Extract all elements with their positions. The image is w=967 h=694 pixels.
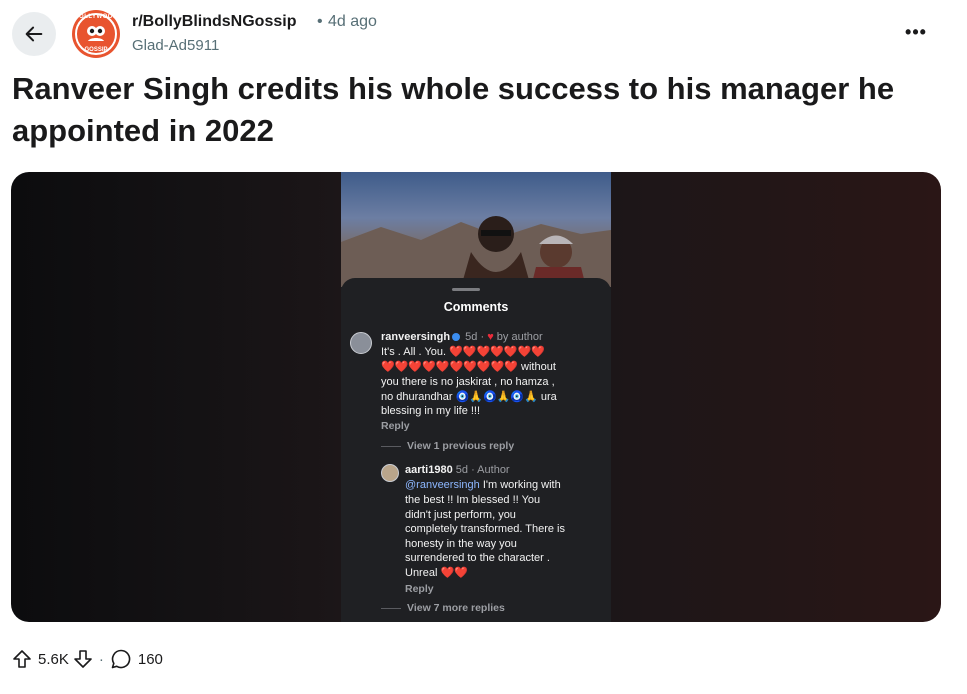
comment2-username: aarti1980 xyxy=(405,464,453,476)
comment2-line1: @ranveersingh I'm working with xyxy=(405,478,561,493)
comment2-mention: @ranveersingh xyxy=(405,479,480,491)
comment1-line4: no dhurandhar 🧿🙏🧿🙏🧿🙏 ura xyxy=(381,391,557,403)
mountain-illustration xyxy=(341,216,611,287)
post-time: 4d ago xyxy=(328,13,377,30)
comment2-line7: Unreal ❤️❤️ xyxy=(405,567,468,579)
screenshot-image: Comments ranveersingh 5d · ♥ by author I… xyxy=(341,172,611,622)
couple-logo-icon xyxy=(87,26,105,41)
comment1-reply: Reply xyxy=(381,420,410,432)
post-title: Ranveer Singh credits his whole success … xyxy=(12,71,895,148)
comment1-line3: you there is no jaskirat , no hamza , xyxy=(381,376,555,388)
comment1-line1: It's . All . You. ❤️❤️❤️❤️❤️❤️❤️ xyxy=(381,346,546,358)
comment2-reply: Reply xyxy=(405,583,434,595)
upvote-button[interactable] xyxy=(12,649,32,669)
commenter-avatar xyxy=(350,332,372,354)
comments-button[interactable] xyxy=(110,648,132,670)
view-more-replies: View 7 more replies xyxy=(381,602,505,614)
comment2-meta: 5d · Author xyxy=(455,464,510,476)
subreddit-name[interactable]: r/BollyBlindsNGossip xyxy=(132,13,296,31)
heart-icon: ♥ xyxy=(487,331,494,343)
comment2-line1-rest: I'm working with xyxy=(479,479,561,491)
comment1-header: ranveersingh 5d · ♥ by author xyxy=(381,330,543,345)
action-bar: 5.6K · 160 xyxy=(12,646,163,672)
upvote-icon xyxy=(13,650,31,668)
comment2-line4: completely transformed. There is xyxy=(405,523,565,535)
subreddit-avatar[interactable]: BOLLYWOOD GOSSIP xyxy=(72,10,120,58)
avatar-logo-text: BOLLYWOOD xyxy=(74,14,118,20)
comment1-by-author: by author xyxy=(496,331,543,343)
comment1-line2: ❤️❤️❤️❤️❤️❤️❤️❤️❤️❤️ without xyxy=(381,361,556,373)
comments-sheet: Comments ranveersingh 5d · ♥ by author I… xyxy=(341,278,611,622)
comment1-line5: blessing in my life !!! xyxy=(381,405,481,417)
meta-separator: • xyxy=(317,13,323,30)
overflow-menu-button[interactable]: ••• xyxy=(902,18,930,46)
arrow-left-icon xyxy=(25,26,43,42)
more-icon: ••• xyxy=(905,21,927,42)
downvote-icon xyxy=(74,650,92,668)
photo-area xyxy=(341,172,611,287)
back-button[interactable] xyxy=(12,12,56,56)
avatar-logo-text-bottom: GOSSIP xyxy=(84,47,108,53)
post-author[interactable]: Glad-Ad5911 xyxy=(132,37,219,54)
comment2-line3: didn't just perform, you xyxy=(405,509,516,521)
downvote-button[interactable] xyxy=(73,649,93,669)
sheet-handle xyxy=(452,288,480,291)
comment1-meta: 5d · xyxy=(465,331,485,343)
view-previous-reply: View 1 previous reply xyxy=(381,440,514,452)
comment2-line2: the best !! Im blessed !! You xyxy=(405,494,541,506)
vote-score: 5.6K xyxy=(38,650,69,668)
comment-bubble-icon xyxy=(111,649,131,669)
verified-badge-icon xyxy=(452,333,461,342)
comment1-username: ranveersingh xyxy=(381,331,451,343)
comment2-line5: honesty in the way you xyxy=(405,538,517,550)
comments-title: Comments xyxy=(443,300,509,314)
comment-count: 160 xyxy=(137,650,163,668)
post-media[interactable]: Comments ranveersingh 5d · ♥ by author I… xyxy=(11,172,941,622)
reply-avatar xyxy=(381,464,399,482)
footer-separator: · xyxy=(98,650,104,668)
comment2-header: aarti1980 5d · Author xyxy=(405,463,510,478)
comment2-line6: surrendered to the character . xyxy=(405,552,550,564)
